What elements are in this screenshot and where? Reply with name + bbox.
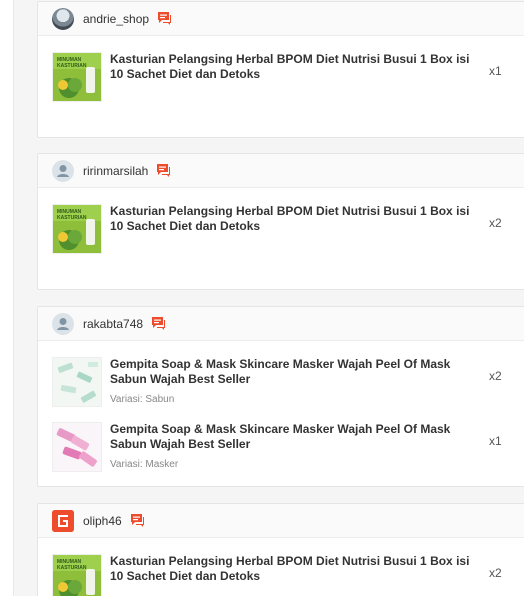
item-quantity: x2 <box>489 369 502 383</box>
order-item[interactable]: Gempita Soap & Mask Skincare Masker Waja… <box>38 422 524 472</box>
avatar[interactable] <box>52 509 74 532</box>
product-name[interactable]: Gempita Soap & Mask Skincare Masker Waja… <box>110 357 480 387</box>
svg-text:KASTURIAN: KASTURIAN <box>57 565 87 571</box>
product-variant: Variasi: Masker <box>110 459 179 470</box>
buyer-header: andrie_shop <box>38 2 524 36</box>
product-name[interactable]: Kasturian Pelangsing Herbal BPOM Diet Nu… <box>110 554 480 584</box>
product-name[interactable]: Kasturian Pelangsing Herbal BPOM Diet Nu… <box>110 52 480 82</box>
item-quantity: x1 <box>489 434 502 448</box>
item-quantity: x2 <box>489 566 502 580</box>
sidebar-edge <box>0 0 14 596</box>
avatar[interactable] <box>52 159 74 182</box>
svg-text:KASTURIAN: KASTURIAN <box>57 215 87 221</box>
product-name[interactable]: Kasturian Pelangsing Herbal BPOM Diet Nu… <box>110 204 480 234</box>
product-image[interactable]: MINUMAN KASTURIAN <box>52 554 102 596</box>
buyer-username[interactable]: oliph46 <box>83 514 122 528</box>
product-image[interactable] <box>52 357 102 407</box>
item-quantity: x1 <box>489 64 502 78</box>
item-quantity: x2 <box>489 216 502 230</box>
buyer-header: ririnmarsilah <box>38 154 524 188</box>
buyer-username[interactable]: ririnmarsilah <box>83 164 148 178</box>
order-card: ririnmarsilah MINUMAN KASTURIAN Kasturian… <box>37 153 524 290</box>
chat-icon[interactable] <box>151 316 166 331</box>
product-name[interactable]: Gempita Soap & Mask Skincare Masker Waja… <box>110 422 480 452</box>
buyer-username[interactable]: rakabta748 <box>83 317 143 331</box>
product-image[interactable] <box>52 422 102 472</box>
order-card: andrie_shop MINUMAN KASTURIAN Kasturian P… <box>37 1 524 138</box>
buyer-username[interactable]: andrie_shop <box>83 12 149 26</box>
avatar[interactable] <box>52 7 74 30</box>
buyer-header: rakabta748 <box>38 307 524 341</box>
order-item[interactable]: MINUMAN KASTURIAN Kasturian Pelangsing He… <box>38 52 524 102</box>
svg-text:KASTURIAN: KASTURIAN <box>57 63 87 69</box>
order-card: oliph46 MINUMAN KASTURIAN Kasturian Pelan… <box>37 503 524 596</box>
order-card: rakabta748 Gempita Soap & Mask Skincare … <box>37 306 524 487</box>
avatar[interactable] <box>52 312 74 335</box>
product-image[interactable]: MINUMAN KASTURIAN <box>52 52 102 102</box>
product-variant: Variasi: Sabun <box>110 394 175 405</box>
chat-icon[interactable] <box>157 11 172 26</box>
buyer-header: oliph46 <box>38 504 524 538</box>
product-image[interactable]: MINUMAN KASTURIAN <box>52 204 102 254</box>
order-item[interactable]: Gempita Soap & Mask Skincare Masker Waja… <box>38 357 524 407</box>
chat-icon[interactable] <box>156 163 171 178</box>
order-item[interactable]: MINUMAN KASTURIAN Kasturian Pelangsing He… <box>38 204 524 254</box>
order-item[interactable]: MINUMAN KASTURIAN Kasturian Pelangsing He… <box>38 554 524 596</box>
chat-icon[interactable] <box>130 513 145 528</box>
